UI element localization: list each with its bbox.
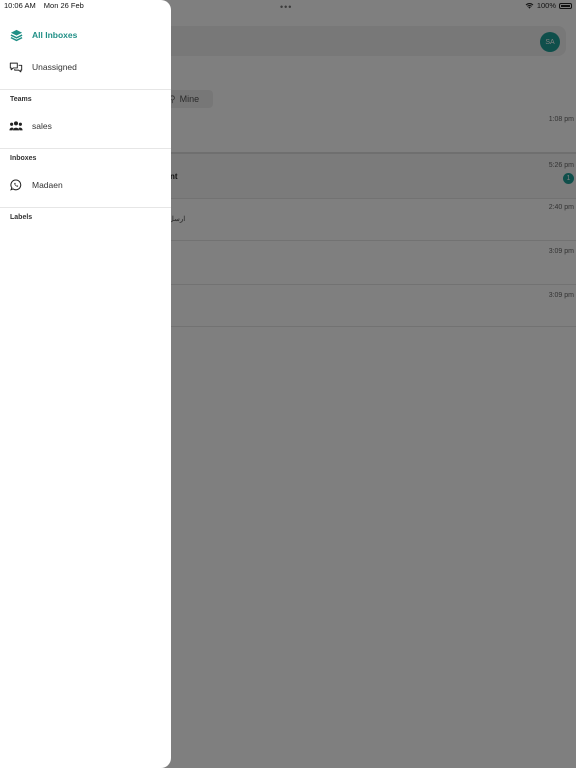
sidebar-item-all-inboxes[interactable]: All Inboxes — [0, 24, 171, 46]
divider — [0, 207, 171, 208]
sidebar-item-label: Unassigned — [32, 62, 77, 72]
section-title-teams: Teams — [10, 96, 32, 103]
sidebar-item-label: sales — [32, 121, 52, 131]
sidebar-item-label: All Inboxes — [32, 30, 78, 40]
status-date: Mon 26 Feb — [43, 1, 84, 10]
sidebar-item-label: Madaen — [32, 180, 63, 190]
wifi-icon — [525, 3, 534, 9]
sidebar-item-unassigned[interactable]: Unassigned — [0, 56, 171, 78]
section-title-labels: Labels — [10, 214, 33, 221]
team-icon — [9, 119, 23, 133]
battery-icon — [559, 2, 572, 9]
chat-bubbles-icon — [9, 60, 23, 74]
battery-percent: 100% — [536, 1, 556, 10]
status-bar-right: 100% — [525, 1, 572, 10]
section-title-inboxes: Inboxes — [10, 155, 37, 162]
sidebar-item-sales[interactable]: sales — [0, 115, 171, 137]
whatsapp-icon — [9, 178, 23, 192]
status-time: 10:06 AM — [4, 1, 36, 10]
status-bar-left: 10:06 AM Mon 26 Feb — [4, 1, 90, 10]
divider — [0, 148, 171, 149]
layers-icon — [9, 28, 23, 42]
divider — [0, 89, 171, 90]
sidebar-drawer: All Inboxes Unassigned Teams sales Inbox… — [0, 0, 171, 768]
sidebar-item-madaen[interactable]: Madaen — [0, 174, 171, 196]
